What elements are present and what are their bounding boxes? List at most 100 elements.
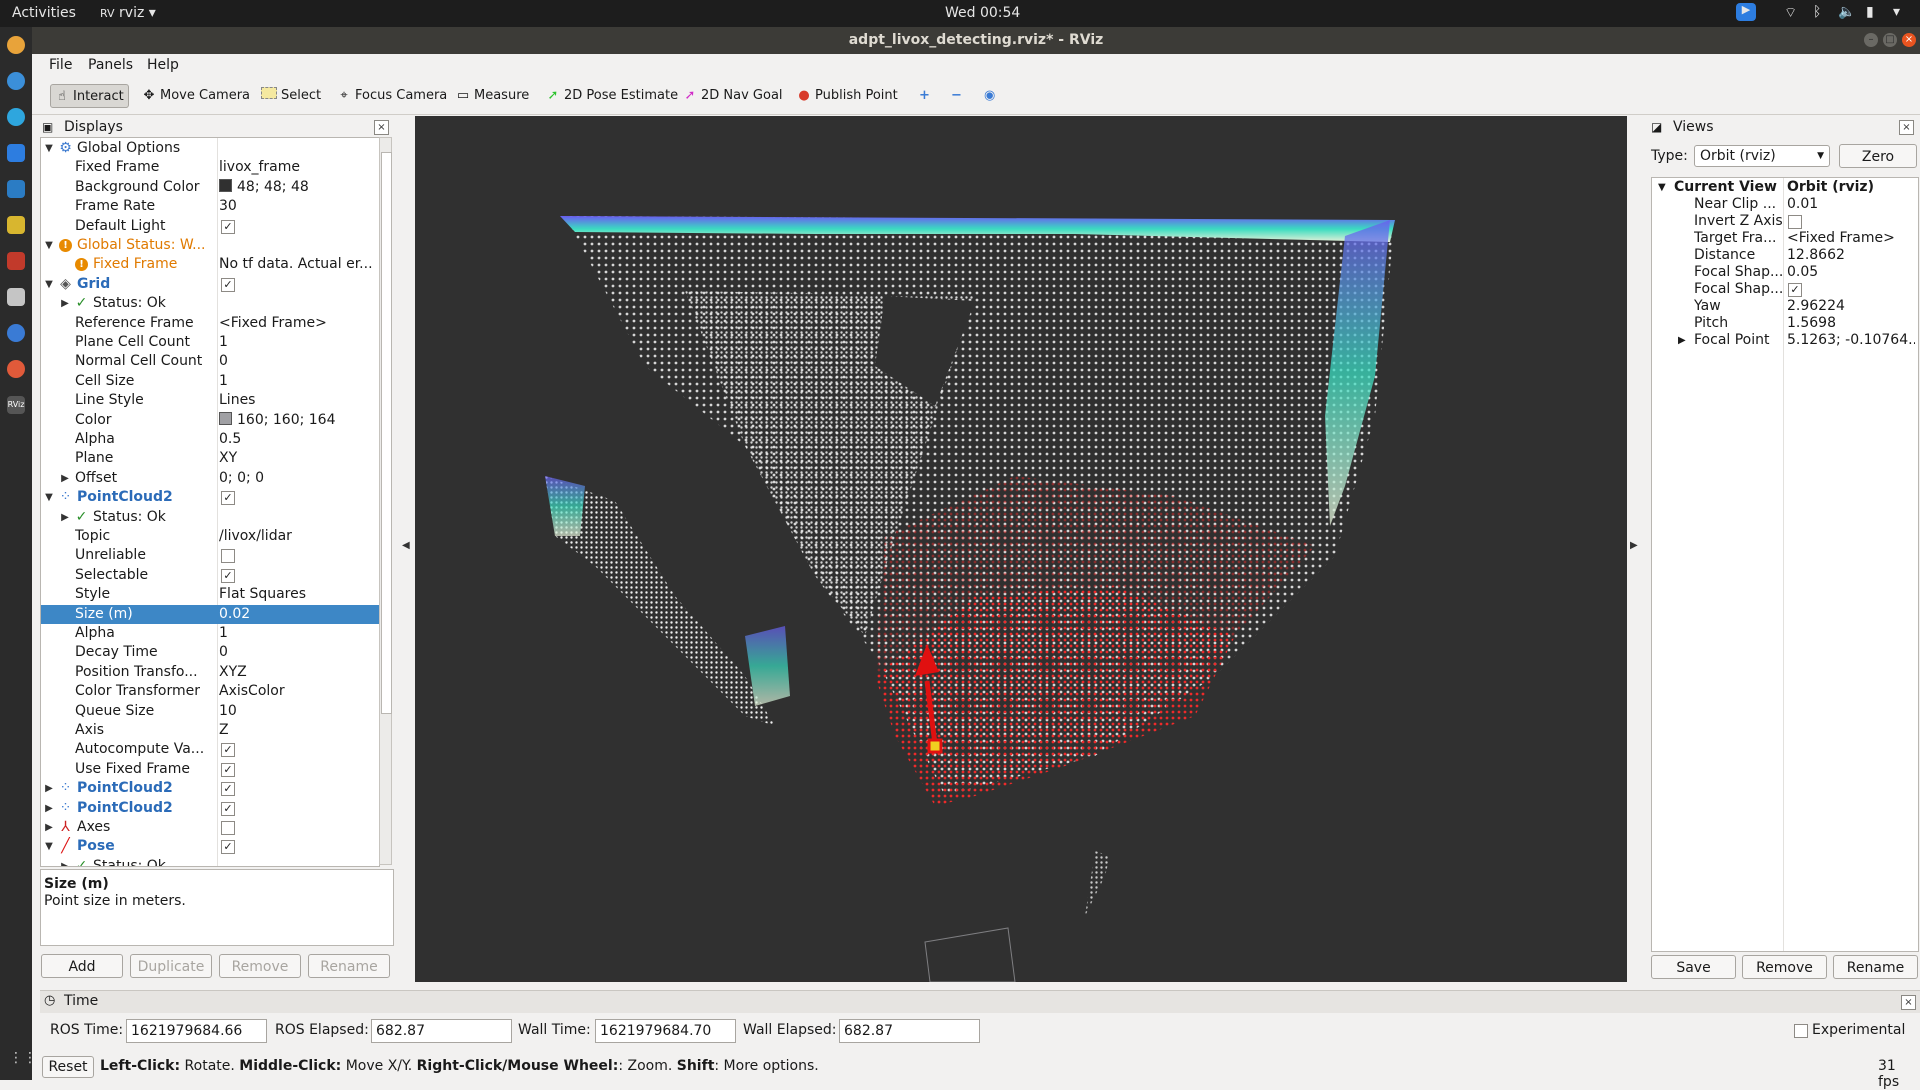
view-property-checkbox[interactable] <box>1788 215 1802 229</box>
display-property-value[interactable]: No tf data. Actual er... <box>219 256 373 272</box>
display-property-value-cell[interactable]: 1 <box>219 372 374 391</box>
display-property-value-cell[interactable]: livox_frame <box>219 158 374 177</box>
expand-arrow-icon[interactable]: ▶ <box>59 857 71 866</box>
display-property-value-cell[interactable]: XYZ <box>219 663 374 682</box>
document-viewer-icon[interactable] <box>7 252 25 270</box>
current-view-row[interactable]: ▼ Current View Orbit (rviz) <box>1652 179 1918 196</box>
display-property-value-cell[interactable]: 0; 0; 0 <box>219 469 374 488</box>
experimental-checkbox[interactable] <box>1794 1024 1808 1038</box>
display-tree-row[interactable]: ▼! Global Status: W... <box>41 236 379 255</box>
wall-elapsed-field[interactable]: 682.87 <box>839 1019 980 1043</box>
volume-icon[interactable]: 🔈 <box>1838 4 1855 20</box>
measure-tool[interactable]: ▭ Measure <box>452 84 533 108</box>
view-property-row[interactable]: Pitch 1.5698 <box>1652 315 1918 332</box>
reset-button[interactable]: Reset <box>42 1056 94 1078</box>
collapse-arrow-icon[interactable]: ▼ <box>43 236 55 255</box>
display-tree-row[interactable]: Position Transfo... XYZ <box>41 663 379 682</box>
display-tree-row[interactable]: Color 160; 160; 164 <box>41 411 379 430</box>
collapse-arrow-icon[interactable]: ▼ <box>43 275 55 294</box>
display-tree-row[interactable]: ▶ ✓ Status: Ok <box>41 508 379 527</box>
view-property-value[interactable]: 2.96224 <box>1787 298 1915 315</box>
display-property-value[interactable]: /livox/lidar <box>219 528 292 544</box>
show-apps-icon[interactable]: ⋮⋮ <box>9 1050 37 1066</box>
display-tree-row[interactable]: Size (m) 0.02 <box>41 604 379 624</box>
remove-view-button[interactable]: Remove <box>1742 955 1827 979</box>
view-property-row[interactable]: Near Clip ... 0.01 <box>1652 196 1918 213</box>
display-property-value-cell[interactable]: 160; 160; 164 <box>219 411 374 430</box>
menu-help[interactable]: Help <box>147 57 179 73</box>
expand-arrow-icon[interactable]: ▶ <box>59 469 71 488</box>
display-property-value[interactable]: Z <box>219 722 229 738</box>
add-display-button[interactable]: Add <box>41 954 123 978</box>
tool-properties-icon[interactable]: ◉ <box>980 84 999 108</box>
publish-point-tool[interactable]: ● Publish Point <box>793 84 902 108</box>
display-tree-row[interactable]: Fixed Frame livox_frame <box>41 158 379 177</box>
display-property-value[interactable]: 160; 160; 164 <box>237 412 336 428</box>
browser-icon[interactable] <box>7 324 25 342</box>
display-property-value-cell[interactable]: No tf data. Actual er... <box>219 255 374 274</box>
display-property-value-cell[interactable]: Lines <box>219 391 374 410</box>
save-view-button[interactable]: Save <box>1651 955 1736 979</box>
minimize-icon[interactable]: – <box>1864 33 1878 47</box>
view-property-row[interactable]: ▶ Focal Point 5.1263; -0.10764... <box>1652 332 1918 349</box>
display-tree-row[interactable]: Axis Z <box>41 721 379 740</box>
displays-scrollbar[interactable] <box>379 137 392 865</box>
collapse-arrow-icon[interactable]: ▼ <box>43 837 55 856</box>
property-checkbox[interactable]: ✓ <box>221 782 235 797</box>
display-property-value-cell[interactable]: Z <box>219 721 374 740</box>
expand-arrow-icon[interactable]: ▶ <box>59 294 71 313</box>
view-property-row[interactable]: Target Fra... <Fixed Frame> <box>1652 230 1918 247</box>
display-tree-row[interactable]: Alpha 1 <box>41 624 379 643</box>
duplicate-display-button[interactable]: Duplicate <box>130 954 212 978</box>
collapse-right-icon[interactable]: ▶ <box>1630 540 1638 551</box>
display-tree-row[interactable]: Reference Frame <Fixed Frame> <box>41 314 379 333</box>
remove-display-button[interactable]: Remove <box>219 954 301 978</box>
system-menu-icon[interactable]: ▾ <box>1893 4 1900 20</box>
ros-elapsed-field[interactable]: 682.87 <box>371 1019 512 1043</box>
display-property-value[interactable]: 48; 48; 48 <box>237 179 309 195</box>
display-property-value[interactable]: livox_frame <box>219 159 300 175</box>
interact-tool[interactable]: ☝ Interact <box>50 84 129 108</box>
display-tree-row[interactable]: Alpha 0.5 <box>41 430 379 449</box>
display-property-value-cell[interactable]: 1 <box>219 624 374 643</box>
clock[interactable]: Wed 00:54 <box>945 5 1020 21</box>
move-camera-tool[interactable]: ✥ Move Camera <box>138 84 254 108</box>
color-swatch[interactable] <box>219 411 232 425</box>
file-manager-icon[interactable] <box>7 216 25 234</box>
property-checkbox[interactable] <box>221 549 235 564</box>
display-tree-row[interactable]: Background Color 48; 48; 48 <box>41 178 379 197</box>
display-tree-row[interactable]: Topic/livox/lidar <box>41 527 379 546</box>
settings-app-icon[interactable] <box>7 360 25 378</box>
display-tree-row[interactable]: Autocompute Va... ✓ <box>41 740 379 759</box>
telegram-icon[interactable] <box>7 108 25 126</box>
display-property-value-cell[interactable]: 30 <box>219 197 374 216</box>
property-checkbox[interactable]: ✓ <box>221 801 235 816</box>
view-property-value[interactable]: 12.8662 <box>1787 247 1915 264</box>
display-property-value-cell[interactable]: 0.5 <box>219 430 374 449</box>
zoom-tray-icon[interactable]: ▶ <box>1736 3 1756 21</box>
expand-arrow-icon[interactable]: ▶ <box>43 779 55 798</box>
display-tree-row[interactable]: Frame Rate 30 <box>41 197 379 216</box>
view-property-row[interactable]: Yaw 2.96224 <box>1652 298 1918 315</box>
view-property-row[interactable]: Distance 12.8662 <box>1652 247 1918 264</box>
chat-app-icon[interactable] <box>7 72 25 90</box>
collapse-arrow-icon[interactable]: ▼ <box>43 488 55 507</box>
display-tree-row[interactable]: ▶ ⅄ Axes <box>41 818 379 837</box>
display-property-value[interactable]: 0.02 <box>219 606 250 622</box>
display-tree-row[interactable]: Unreliable <box>41 546 379 565</box>
display-property-value[interactable]: XY <box>219 450 237 466</box>
display-property-value[interactable]: AxisColor <box>219 683 285 699</box>
collapse-left-icon[interactable]: ◀ <box>402 540 410 551</box>
battery-icon[interactable]: ▮ <box>1866 4 1874 20</box>
rviz-dock-icon[interactable]: RViz <box>7 396 25 414</box>
displays-close-icon[interactable]: × <box>374 120 389 135</box>
display-tree-row[interactable]: Line Style Lines <box>41 391 379 410</box>
display-tree-row[interactable]: Style Flat Squares <box>41 585 379 604</box>
add-tool-icon[interactable]: + <box>915 84 934 108</box>
nav-goal-tool[interactable]: ➚ 2D Nav Goal <box>679 84 787 108</box>
display-property-value[interactable]: <Fixed Frame> <box>219 315 327 331</box>
pose-estimate-tool[interactable]: ➚ 2D Pose Estimate <box>542 84 682 108</box>
view-property-checkbox[interactable]: ✓ <box>1788 283 1802 297</box>
property-checkbox[interactable]: ✓ <box>221 219 235 234</box>
view-property-value[interactable]: 0.05 <box>1787 264 1915 281</box>
